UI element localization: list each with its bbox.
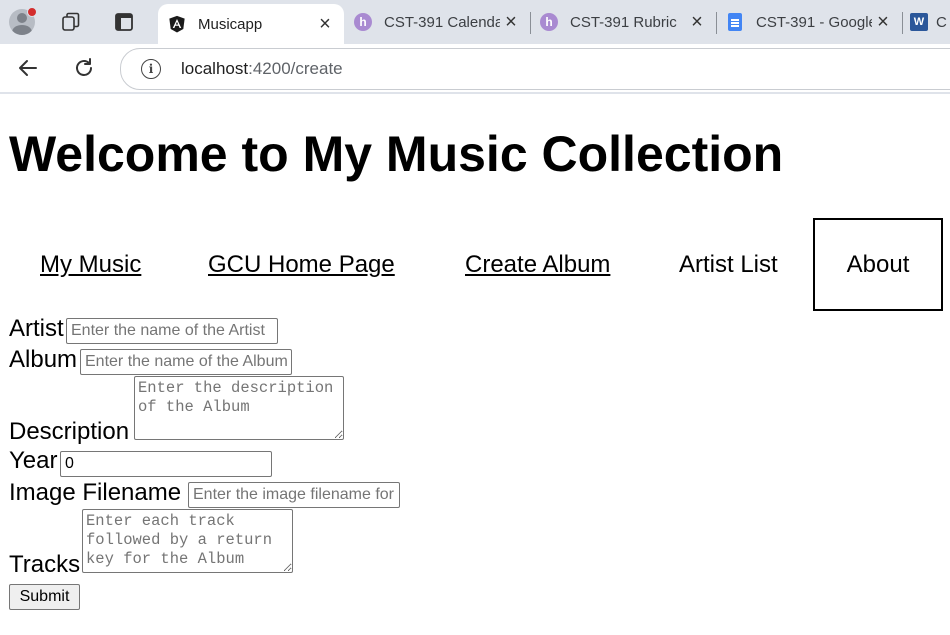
nav-link-gcu-home[interactable]: GCU Home Page: [208, 251, 395, 279]
page-content: Welcome to My Music Collection My Music …: [0, 94, 950, 635]
close-tab-icon[interactable]: ×: [872, 11, 894, 34]
word-icon: W: [910, 13, 928, 31]
tab-title: CST-391 - Google: [756, 13, 872, 31]
year-label: Year: [9, 447, 58, 474]
google-docs-icon: [728, 13, 742, 31]
browser-tab-strip: Musicapp × h CST-391 Calendar × h CST-39…: [0, 0, 950, 44]
tab-title: CST-391 Rubric: [570, 13, 677, 31]
description-label: Description: [9, 418, 130, 445]
h-icon: h: [540, 13, 558, 31]
url-host: localhost: [181, 59, 249, 78]
album-label: Album: [9, 346, 78, 373]
nav-link-my-music[interactable]: My Music: [40, 251, 141, 279]
tab-musicapp[interactable]: Musicapp ×: [158, 4, 344, 44]
browser-toolbar: i localhost:4200/create: [0, 44, 950, 92]
profile-avatar[interactable]: [8, 7, 37, 36]
artist-input[interactable]: [66, 318, 278, 344]
album-input[interactable]: [80, 349, 292, 375]
image-filename-label: Image Filename: [9, 479, 182, 506]
tab-title: CST-391 Calendar: [384, 13, 500, 31]
submit-button[interactable]: Submit: [9, 584, 80, 610]
page-title: Welcome to My Music Collection: [9, 126, 784, 182]
reload-icon: [76, 58, 92, 76]
tab-actions-button[interactable]: [110, 8, 138, 36]
tab-cst391-calendar[interactable]: h CST-391 Calendar ×: [344, 4, 530, 40]
close-tab-icon[interactable]: ×: [686, 11, 708, 34]
tab-cst391-rubric[interactable]: h CST-391 Rubric ×: [530, 4, 716, 40]
artist-label: Artist: [9, 315, 64, 342]
nav-link-about[interactable]: About: [813, 218, 943, 311]
url-text: localhost:4200/create: [181, 59, 343, 79]
address-bar[interactable]: i localhost:4200/create: [120, 48, 950, 90]
url-path: :4200/create: [248, 59, 343, 78]
tab-cst391-google[interactable]: CST-391 - Google ×: [716, 4, 902, 40]
h-icon: h: [354, 13, 372, 31]
tracks-label: Tracks: [9, 551, 81, 578]
back-arrow-icon: [19, 60, 37, 76]
tab-word-document[interactable]: W C: [902, 4, 950, 40]
workspaces-button[interactable]: [57, 8, 85, 36]
close-tab-icon[interactable]: ×: [500, 11, 522, 34]
tab-window-icon: [115, 13, 133, 31]
close-tab-icon[interactable]: ×: [314, 13, 336, 36]
about-label: About: [846, 250, 910, 278]
site-info-icon[interactable]: i: [141, 59, 161, 79]
nav-link-create-album[interactable]: Create Album: [465, 251, 610, 279]
nav-link-artist-list[interactable]: Artist List: [679, 251, 778, 279]
tab-title: C: [936, 13, 947, 31]
year-input[interactable]: [60, 451, 272, 477]
angular-icon: [169, 15, 185, 33]
tab-title: Musicapp: [198, 15, 263, 33]
notification-dot: [27, 7, 37, 17]
reload-button[interactable]: [70, 54, 98, 82]
description-textarea[interactable]: [134, 376, 344, 440]
workspaces-icon: [62, 12, 80, 31]
image-filename-input[interactable]: [188, 482, 400, 508]
tracks-textarea[interactable]: [82, 509, 293, 573]
back-button[interactable]: [14, 54, 42, 82]
